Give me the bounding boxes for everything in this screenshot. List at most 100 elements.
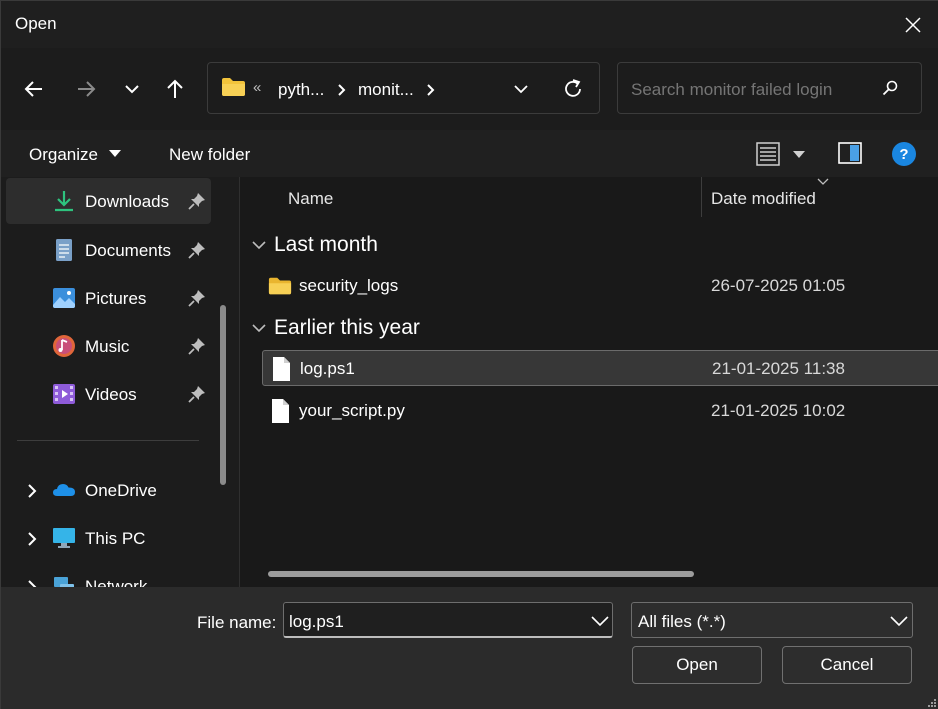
- pin-icon[interactable]: [188, 385, 206, 403]
- chevron-down-icon[interactable]: [252, 323, 266, 333]
- file-name-label: File name:: [197, 613, 277, 632]
- sidebar-item-label: Network: [85, 577, 148, 587]
- window-title: Open: [15, 14, 57, 33]
- pin-icon[interactable]: [188, 337, 206, 355]
- arrow-up-icon: [167, 79, 183, 98]
- close-icon: [905, 16, 921, 33]
- video-icon: [53, 384, 75, 404]
- chevron-down-icon: [890, 616, 908, 627]
- sidebar-item-label: OneDrive: [85, 481, 157, 500]
- open-button[interactable]: Open: [632, 646, 762, 684]
- caret-down-icon[interactable]: [793, 151, 805, 158]
- recent-locations-button[interactable]: [116, 73, 148, 105]
- address-overflow[interactable]: «: [253, 79, 261, 96]
- column-header-date-modified[interactable]: Date modified: [711, 189, 816, 209]
- view-list-icon[interactable]: [756, 142, 780, 166]
- chevron-right-icon: [427, 84, 435, 96]
- file-name: your_script.py: [299, 401, 405, 420]
- command-bar: Organize New folder ?: [1, 130, 938, 177]
- file-icon: [273, 357, 290, 381]
- sidebar-item-network[interactable]: Network: [6, 563, 211, 587]
- refresh-icon[interactable]: [562, 78, 584, 100]
- address-bar[interactable]: « pyth... monit...: [207, 62, 600, 114]
- file-name-combobox[interactable]: [283, 602, 613, 638]
- sidebar-item-label: Videos: [85, 385, 137, 404]
- file-row[interactable]: security_logs 26-07-2025 01:05: [262, 268, 938, 304]
- pin-icon[interactable]: [188, 192, 206, 210]
- folder-icon: [268, 277, 292, 295]
- column-separator[interactable]: [701, 177, 702, 217]
- search-box[interactable]: [617, 62, 922, 114]
- file-type-value: All files (*.*): [638, 612, 726, 631]
- file-type-select[interactable]: All files (*.*): [631, 602, 913, 638]
- sidebar-item-pictures[interactable]: Pictures: [6, 275, 211, 321]
- sidebar-item-documents[interactable]: Documents: [6, 227, 211, 273]
- help-icon: ?: [899, 145, 909, 163]
- navigation-pane: Downloads Documents Pictures Music Video…: [1, 177, 239, 587]
- arrow-right-icon: [78, 81, 96, 97]
- forward-button[interactable]: [70, 73, 102, 105]
- open-file-dialog: Open « pyth... monit... Search monitor f…: [0, 0, 938, 709]
- sidebar-item-onedrive[interactable]: OneDrive: [6, 467, 211, 513]
- search-input[interactable]: [631, 80, 876, 100]
- column-header-name[interactable]: Name: [288, 189, 333, 209]
- group-header[interactable]: Last month: [274, 233, 378, 257]
- download-icon: [55, 191, 73, 212]
- sidebar-item-label: This PC: [85, 529, 146, 548]
- organize-button[interactable]: Organize: [29, 145, 98, 165]
- picture-icon: [53, 288, 75, 308]
- onedrive-icon: [53, 484, 75, 496]
- music-icon: [53, 335, 75, 357]
- file-row[interactable]: your_script.py 21-01-2025 10:02: [262, 393, 938, 429]
- chevron-right-icon[interactable]: [26, 580, 38, 587]
- folder-icon: [222, 78, 245, 96]
- chevron-right-icon[interactable]: [26, 484, 38, 498]
- sidebar-item-label: Downloads: [85, 192, 170, 211]
- file-name: log.ps1: [300, 359, 355, 378]
- sidebar-item-this-pc[interactable]: This PC: [6, 515, 211, 561]
- sidebar-scrollbar[interactable]: [220, 305, 226, 485]
- resize-grip-icon[interactable]: [927, 698, 937, 708]
- breadcrumb-item[interactable]: monit...: [358, 80, 414, 100]
- caret-down-icon[interactable]: [109, 150, 121, 157]
- sidebar-item-videos[interactable]: Videos: [6, 371, 211, 417]
- file-date: 21-01-2025 11:38: [712, 359, 845, 378]
- chevron-down-icon[interactable]: [252, 240, 266, 250]
- file-list: Name Date modified Last month security_l…: [240, 177, 938, 587]
- group-header[interactable]: Earlier this year: [274, 316, 420, 340]
- chevron-right-icon[interactable]: [26, 532, 38, 546]
- sidebar-item-downloads[interactable]: Downloads: [6, 178, 211, 224]
- chevron-down-icon[interactable]: [591, 615, 609, 627]
- chevron-right-icon: [338, 84, 346, 96]
- close-button[interactable]: [887, 1, 938, 48]
- file-date: 21-01-2025 10:02: [711, 401, 846, 420]
- file-name: security_logs: [299, 276, 399, 295]
- file-name-input[interactable]: [289, 612, 579, 632]
- pin-icon[interactable]: [188, 241, 206, 259]
- up-button[interactable]: [159, 73, 191, 105]
- preview-pane-icon[interactable]: [838, 142, 862, 164]
- computer-icon: [53, 528, 75, 548]
- file-row-selected[interactable]: log.ps1 21-01-2025 11:38: [262, 350, 938, 386]
- sidebar-item-music[interactable]: Music: [6, 323, 211, 369]
- back-button[interactable]: [18, 73, 50, 105]
- navigation-bar: « pyth... monit...: [1, 48, 938, 130]
- chevron-down-icon: [125, 85, 139, 94]
- help-button[interactable]: ?: [892, 142, 916, 166]
- sort-chevron-icon: [817, 178, 829, 185]
- arrow-left-icon: [24, 81, 42, 97]
- network-icon: [54, 577, 74, 587]
- horizontal-scrollbar[interactable]: [268, 571, 694, 577]
- chevron-down-icon[interactable]: [514, 85, 528, 94]
- breadcrumb-item[interactable]: pyth...: [278, 80, 324, 100]
- search-icon: [882, 80, 898, 96]
- pin-icon[interactable]: [188, 289, 206, 307]
- sidebar-divider: [17, 440, 199, 441]
- sidebar-item-label: Music: [85, 337, 130, 356]
- file-icon: [272, 399, 289, 423]
- cancel-button[interactable]: Cancel: [782, 646, 912, 684]
- document-icon: [56, 239, 72, 261]
- new-folder-button[interactable]: New folder: [169, 145, 250, 165]
- file-date: 26-07-2025 01:05: [711, 276, 846, 295]
- sidebar-item-label: Documents: [85, 241, 171, 260]
